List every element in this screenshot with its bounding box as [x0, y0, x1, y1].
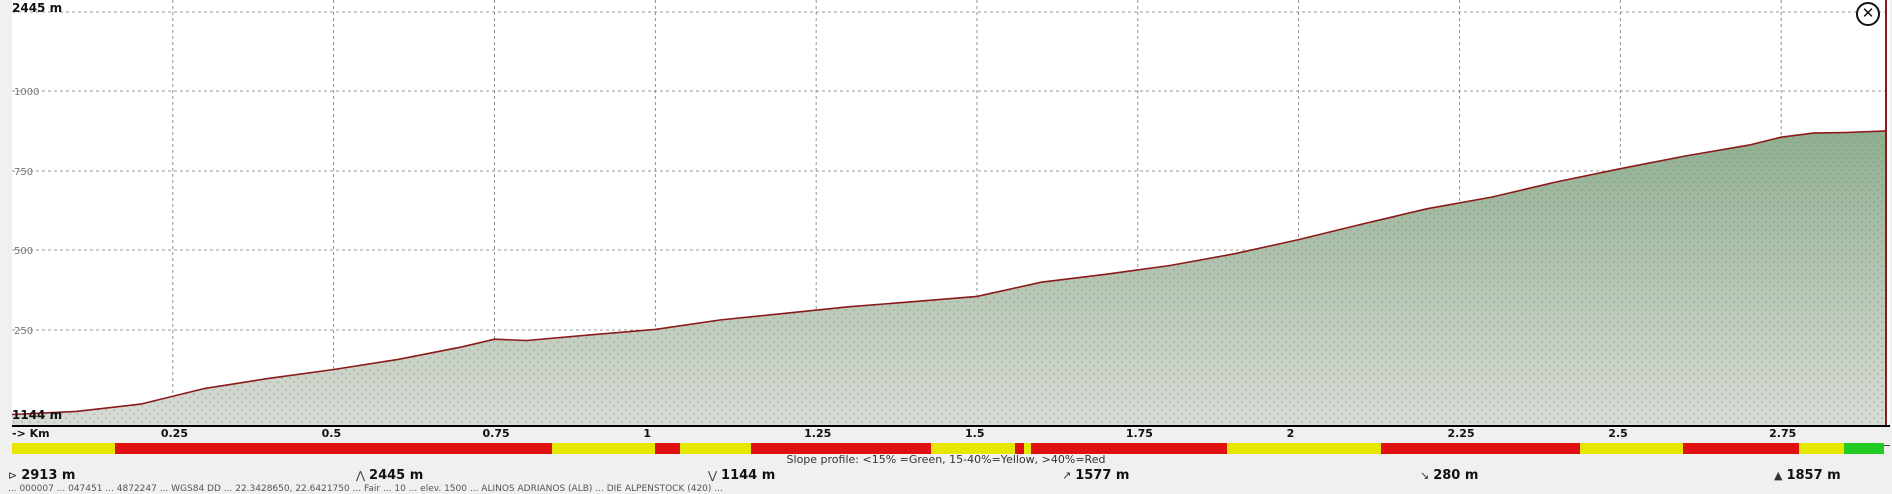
valley-down-icon: ⋁	[708, 469, 718, 482]
x-tick-label: 2.75	[1769, 427, 1797, 440]
x-tick-label: 1.75	[1125, 427, 1153, 440]
status-line: ... 000007 ... 047451 ... 4872247 ... WG…	[8, 484, 723, 494]
x-tick-label: 1.5	[964, 427, 985, 440]
min-altitude-value: 1144 m	[721, 468, 776, 483]
close-icon[interactable]: ✕	[1856, 2, 1880, 26]
descent-stat: ↘ 280 m	[1420, 468, 1478, 483]
y-tick-label: 1000	[14, 87, 39, 98]
x-tick-label: 2.5	[1608, 427, 1628, 440]
x-tick-label: 1.25	[804, 427, 832, 440]
y-min-label: 1144 m	[12, 408, 63, 422]
max-altitude-value: 2445 m	[369, 468, 424, 483]
summit-icon: ▲	[1774, 469, 1783, 482]
elevation-profile-panel: 1000 750 500 250 2445 m 1144 m ✕ -> Km 0.25…	[0, 0, 1892, 494]
max-altitude-stat: ⋀ 2445 m	[356, 468, 423, 483]
y-tick-label: 250	[14, 326, 33, 337]
distance-icon: ⊳	[8, 469, 18, 482]
y-max-label: 2445 m	[12, 1, 63, 15]
y-tick-label: 500	[14, 246, 33, 257]
min-altitude-stat: ⋁ 1144 m	[708, 468, 775, 483]
slope-legend: Slope profile: <15% =Green, 15-40%=Yello…	[786, 453, 1106, 466]
y-tick-label: 750	[14, 167, 33, 178]
summit-value: 1857 m	[1786, 468, 1841, 483]
descent-icon: ↘	[1420, 469, 1430, 482]
x-tick-label: 0.5	[321, 427, 342, 440]
x-tick-label: 1	[643, 427, 651, 440]
elevation-chart: 1000 750 500 250	[11, 0, 1890, 425]
x-tick-label: 2.25	[1447, 427, 1475, 440]
x-tick-label: 0.75	[482, 427, 510, 440]
distance-stat: ⊳ 2913 m	[8, 468, 75, 483]
x-tick-label: 2	[1286, 427, 1295, 440]
x-axis-label: -> Km	[12, 427, 50, 440]
ascent-value: 1577 m	[1075, 468, 1130, 483]
distance-value: 2913 m	[21, 468, 76, 483]
peak-up-icon: ⋀	[356, 469, 366, 482]
ascent-stat: ↗ 1577 m	[1062, 468, 1129, 483]
summit-stat: ▲ 1857 m	[1774, 468, 1841, 483]
ascent-icon: ↗	[1062, 469, 1072, 482]
descent-value: 280 m	[1433, 468, 1479, 483]
x-tick-label: 0.25	[160, 427, 188, 440]
